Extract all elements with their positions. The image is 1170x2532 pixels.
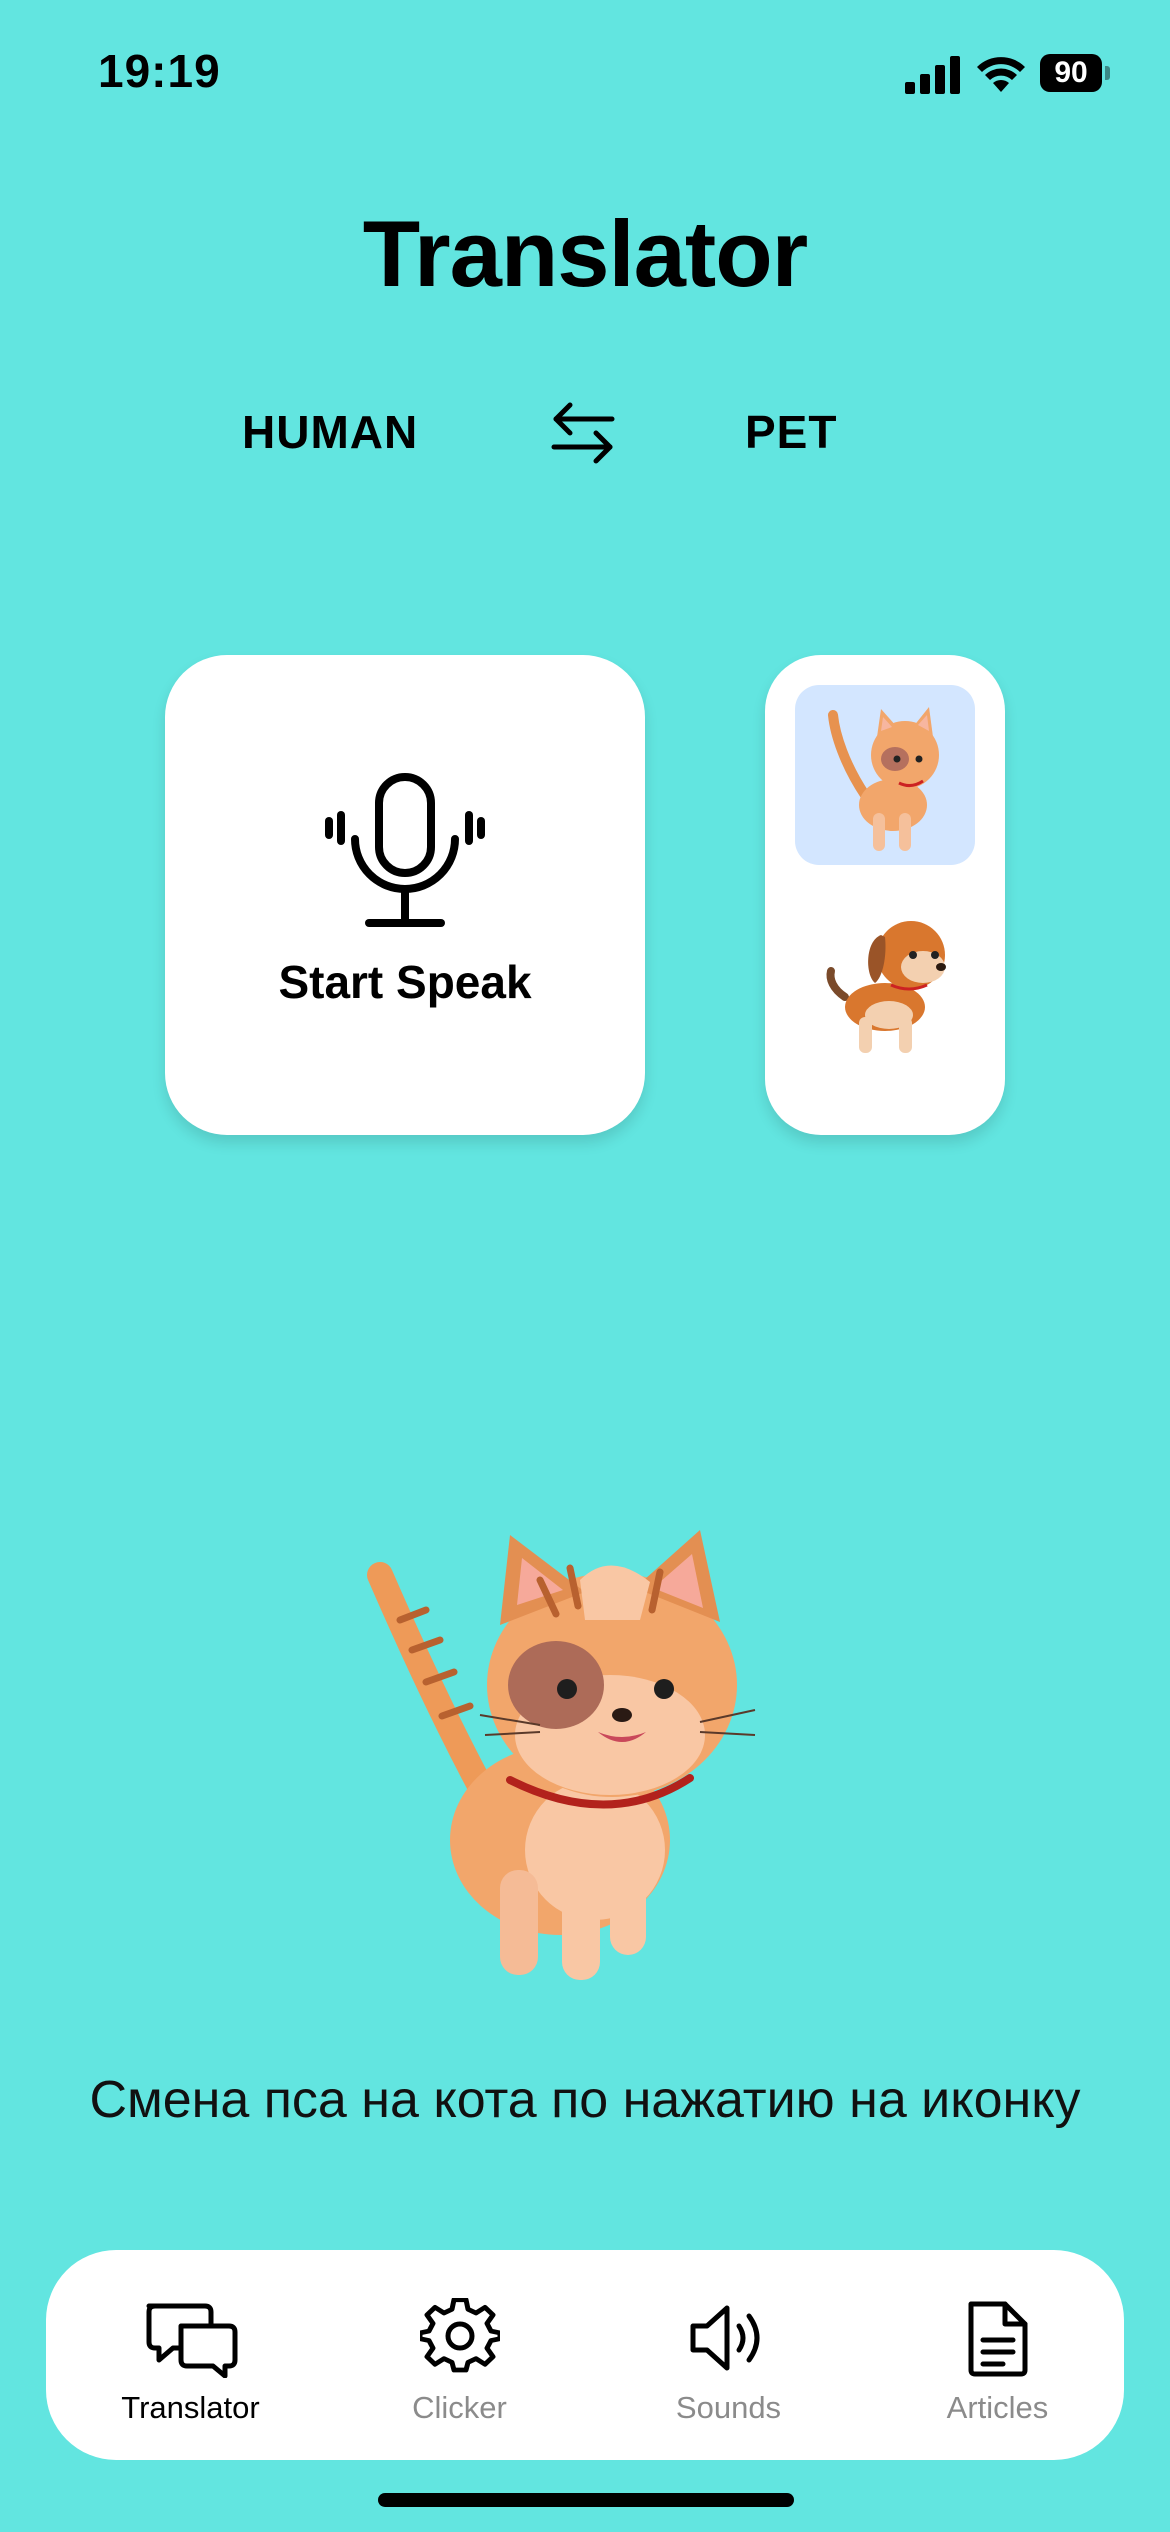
pet-option-dog[interactable] — [795, 885, 975, 1065]
cat-character-illustration — [367, 1530, 756, 1980]
tab-label-articles: Articles — [946, 2390, 1049, 2425]
document-icon — [968, 2301, 1027, 2377]
chat-bubbles-icon — [146, 2303, 237, 2378]
hint-text: Смена пса на кота по нажатию на иконку — [89, 2071, 1081, 2129]
start-speak-label: Start Speak — [278, 956, 532, 1008]
language-switcher: HUMAN PET — [0, 395, 1170, 475]
dog-icon — [826, 921, 946, 1053]
tab-label-sounds: Sounds — [675, 2390, 782, 2425]
gear-icon — [419, 2298, 500, 2373]
battery-level: 90 — [1040, 54, 1102, 92]
source-language-label[interactable]: HUMAN — [242, 405, 418, 459]
tab-articles[interactable]: Articles — [863, 2250, 1132, 2460]
tab-label-translator: Translator — [121, 2390, 260, 2425]
tab-translator[interactable]: Translator — [56, 2250, 325, 2460]
bottom-tab-bar: Translator Clicker Sounds Articles — [46, 2250, 1124, 2460]
tab-sounds[interactable]: Sounds — [594, 2250, 863, 2460]
battery-indicator: 90 — [1040, 54, 1110, 94]
microphone-icon — [325, 773, 485, 927]
cat-icon — [828, 707, 939, 851]
tab-clicker[interactable]: Clicker — [325, 2250, 594, 2460]
pet-selector — [765, 655, 1005, 1135]
home-indicator — [378, 2493, 794, 2507]
tab-label-clicker: Clicker — [412, 2390, 507, 2425]
status-time: 19:19 — [98, 45, 221, 97]
status-bar: 19:19 90 — [0, 0, 1170, 140]
battery-tip — [1105, 66, 1110, 80]
pet-option-cat[interactable] — [795, 685, 975, 865]
start-speak-button[interactable]: Start Speak — [165, 655, 645, 1135]
cellular-signal-icon — [905, 56, 960, 94]
page-title: Translator — [362, 201, 809, 306]
swap-arrows-icon[interactable] — [548, 395, 618, 471]
target-language-label[interactable]: PET — [745, 405, 837, 459]
speaker-icon — [690, 2305, 759, 2371]
wifi-icon — [977, 57, 1025, 92]
